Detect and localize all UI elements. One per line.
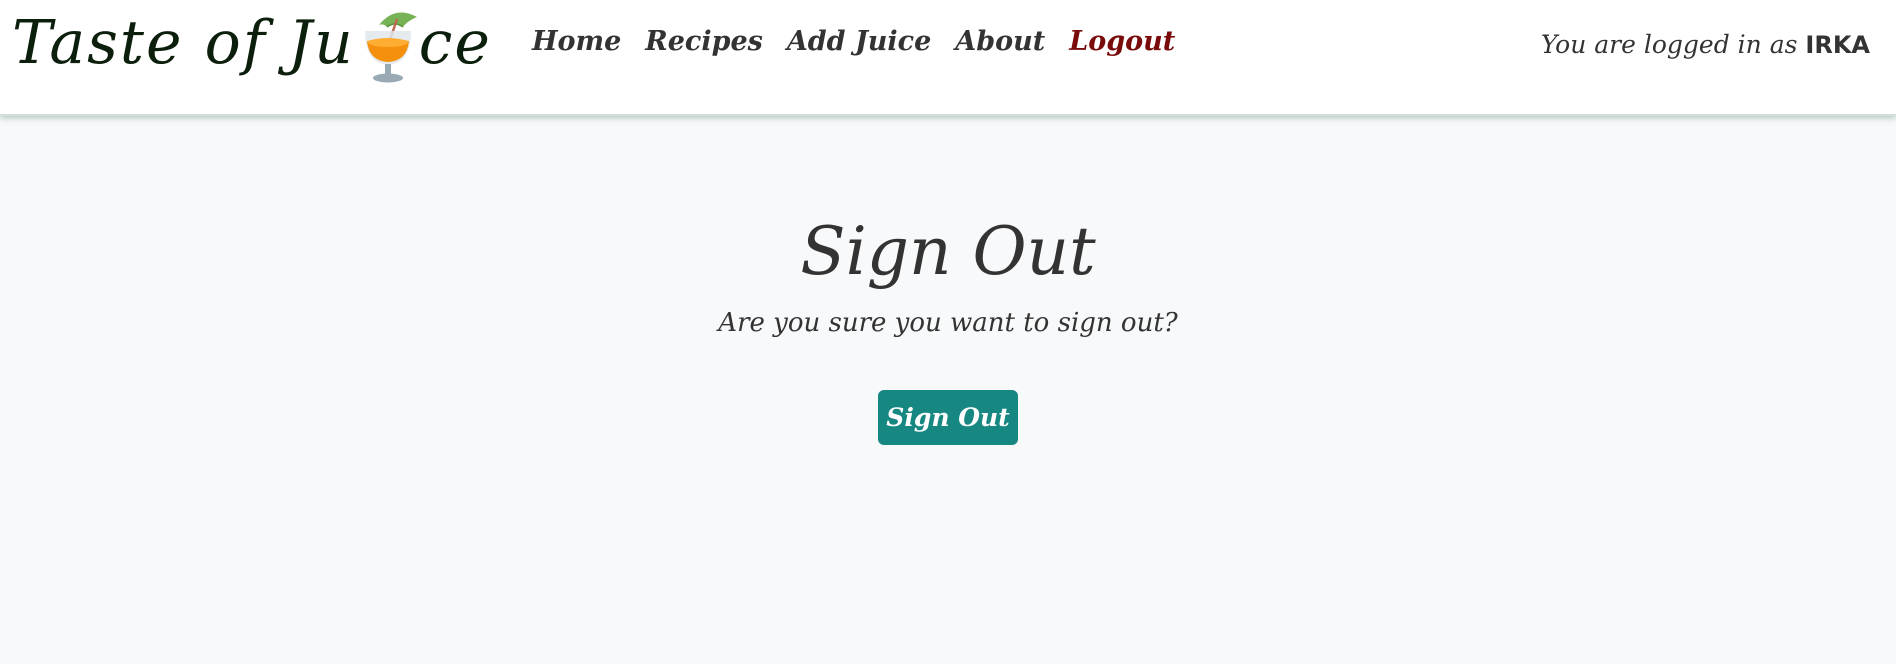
login-status-prefix: You are logged in as <box>1540 30 1806 59</box>
nav-home-link[interactable]: Home <box>532 26 621 57</box>
login-username: IRKA <box>1805 31 1870 59</box>
signout-confirmation-text: Are you sure you want to sign out? <box>718 308 1178 338</box>
tropical-drink-icon <box>364 12 417 83</box>
nav-add-juice-link[interactable]: Add Juice <box>787 26 931 57</box>
brand-text-end: ce <box>418 8 492 78</box>
signout-button[interactable]: Sign Out <box>878 390 1018 445</box>
nav-about-link[interactable]: About <box>955 26 1045 57</box>
login-status: You are logged in as IRKA <box>1541 30 1870 59</box>
navbar: Taste of Ju ce Home Recipes Add Juice Ab… <box>0 0 1896 116</box>
nav-logout-link[interactable]: Logout <box>1069 26 1175 57</box>
page-title: Sign Out <box>800 213 1096 290</box>
brand-text-start: Taste of Ju <box>12 8 355 78</box>
nav-recipes-link[interactable]: Recipes <box>645 26 763 57</box>
brand-logo-link[interactable]: Taste of Ju ce <box>12 0 492 86</box>
main-nav: Home Recipes Add Juice About Logout <box>532 26 1175 57</box>
signout-section: Sign Out Are you sure you want to sign o… <box>0 118 1896 445</box>
